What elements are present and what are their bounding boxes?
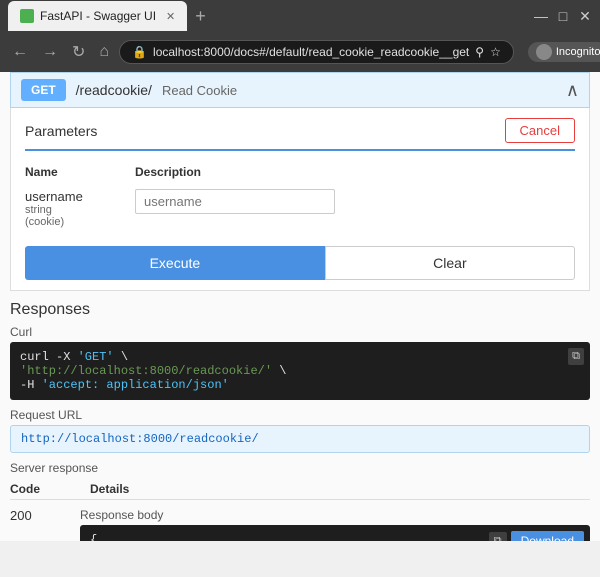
back-button[interactable]: ← — [8, 41, 32, 63]
reload-button[interactable]: ↻ — [68, 40, 89, 64]
address-bar[interactable]: 🔒 localhost:8000/docs#/default/read_cook… — [119, 40, 514, 64]
col-name-header: Name — [25, 165, 115, 179]
nav-bar: ← → ↻ ⌂ 🔒 localhost:8000/docs#/default/r… — [0, 32, 600, 72]
download-area: ⧉ Download — [489, 531, 584, 541]
responses-section: Responses Curl curl -X 'GET' \ 'http://l… — [10, 291, 590, 541]
forward-button[interactable]: → — [38, 41, 62, 63]
close-button[interactable]: ✕ — [578, 9, 592, 23]
incognito-label: Incognito — [556, 46, 600, 58]
col-code-header: Code — [10, 482, 70, 496]
responses-title: Responses — [10, 291, 590, 325]
curl-line-2: 'http://localhost:8000/readcookie/' — [20, 364, 272, 378]
response-details: Response body { "username": "admin" } ⧉ … — [80, 508, 590, 541]
new-tab-button[interactable]: + — [195, 6, 206, 27]
response-body-label: Response body — [80, 508, 590, 522]
response-copy-button[interactable]: ⧉ — [489, 532, 507, 542]
window-controls: — □ ✕ — [534, 9, 592, 23]
download-button[interactable]: Download — [511, 531, 584, 541]
browser-tab[interactable]: FastAPI - Swagger UI ✕ — [8, 1, 187, 31]
params-tab-label[interactable]: Parameters — [25, 123, 97, 139]
minimize-button[interactable]: — — [534, 9, 548, 23]
incognito-badge: Incognito — [528, 42, 600, 62]
param-name: username — [25, 189, 115, 204]
browser-chrome: FastAPI - Swagger UI ✕ + — □ ✕ ← → ↻ ⌂ 🔒… — [0, 0, 600, 72]
tab-title: FastAPI - Swagger UI — [40, 9, 156, 23]
curl-section: Curl curl -X 'GET' \ 'http://localhost:8… — [10, 325, 590, 400]
param-row-username: username string (cookie) — [25, 185, 575, 232]
param-type: string — [25, 204, 115, 216]
param-table-header: Name Description — [25, 161, 575, 185]
server-response-section: Server response Code Details 200 Respons… — [10, 461, 590, 541]
maximize-button[interactable]: □ — [556, 9, 570, 23]
col-description-header: Description — [135, 165, 201, 179]
incognito-icon — [536, 44, 552, 60]
response-body-block: { "username": "admin" } ⧉ Download — [80, 525, 590, 541]
endpoint-summary: Read Cookie — [162, 83, 237, 98]
curl-line-2b: \ — [272, 364, 286, 378]
response-table-header: Code Details — [10, 479, 590, 500]
request-url-block: http://localhost:8000/readcookie/ — [10, 425, 590, 453]
endpoint-path: /readcookie/ — [76, 82, 152, 98]
curl-line-1: curl -X 'GET' \ — [20, 350, 128, 364]
search-icon: ⚲ — [475, 45, 484, 59]
server-response-label: Server response — [10, 461, 590, 475]
tab-close-button[interactable]: ✕ — [166, 10, 175, 23]
param-input-username[interactable] — [135, 189, 335, 214]
title-bar: FastAPI - Swagger UI ✕ + — □ ✕ — [0, 0, 600, 32]
curl-line-3: -H 'accept: application/json' — [20, 378, 229, 392]
clear-button[interactable]: Clear — [325, 246, 575, 280]
page-content: GET /readcookie/ Read Cookie ∧ Parameter… — [0, 72, 600, 541]
method-badge: GET — [21, 79, 66, 101]
request-url-label: Request URL — [10, 408, 590, 422]
curl-code-block: curl -X 'GET' \ 'http://localhost:8000/r… — [10, 342, 590, 400]
address-text: localhost:8000/docs#/default/read_cookie… — [153, 45, 469, 59]
cancel-button[interactable]: Cancel — [505, 118, 575, 143]
action-buttons: Execute Clear — [25, 246, 575, 280]
parameters-section: Parameters Cancel Name Description usern… — [10, 108, 590, 291]
response-code: 200 — [10, 508, 60, 523]
param-location: (cookie) — [25, 216, 115, 228]
params-header: Parameters Cancel — [25, 118, 575, 151]
execute-button[interactable]: Execute — [25, 246, 325, 280]
col-details-header: Details — [90, 482, 129, 496]
collapse-button[interactable]: ∧ — [566, 80, 579, 101]
param-name-block: username string (cookie) — [25, 189, 115, 228]
swagger-section: GET /readcookie/ Read Cookie ∧ Parameter… — [0, 72, 600, 541]
nav-right: Incognito — [528, 42, 600, 62]
endpoint-header[interactable]: GET /readcookie/ Read Cookie ∧ — [10, 72, 590, 108]
star-icon: ☆ — [490, 45, 501, 59]
request-url-section: Request URL http://localhost:8000/readco… — [10, 408, 590, 453]
response-row-200: 200 Response body { "username": "admin" … — [10, 504, 590, 541]
curl-copy-button[interactable]: ⧉ — [568, 348, 584, 365]
json-open-brace: { — [90, 533, 97, 541]
tab-favicon — [20, 9, 34, 23]
home-button[interactable]: ⌂ — [95, 41, 113, 63]
lock-icon: 🔒 — [132, 45, 147, 59]
curl-label: Curl — [10, 325, 590, 339]
